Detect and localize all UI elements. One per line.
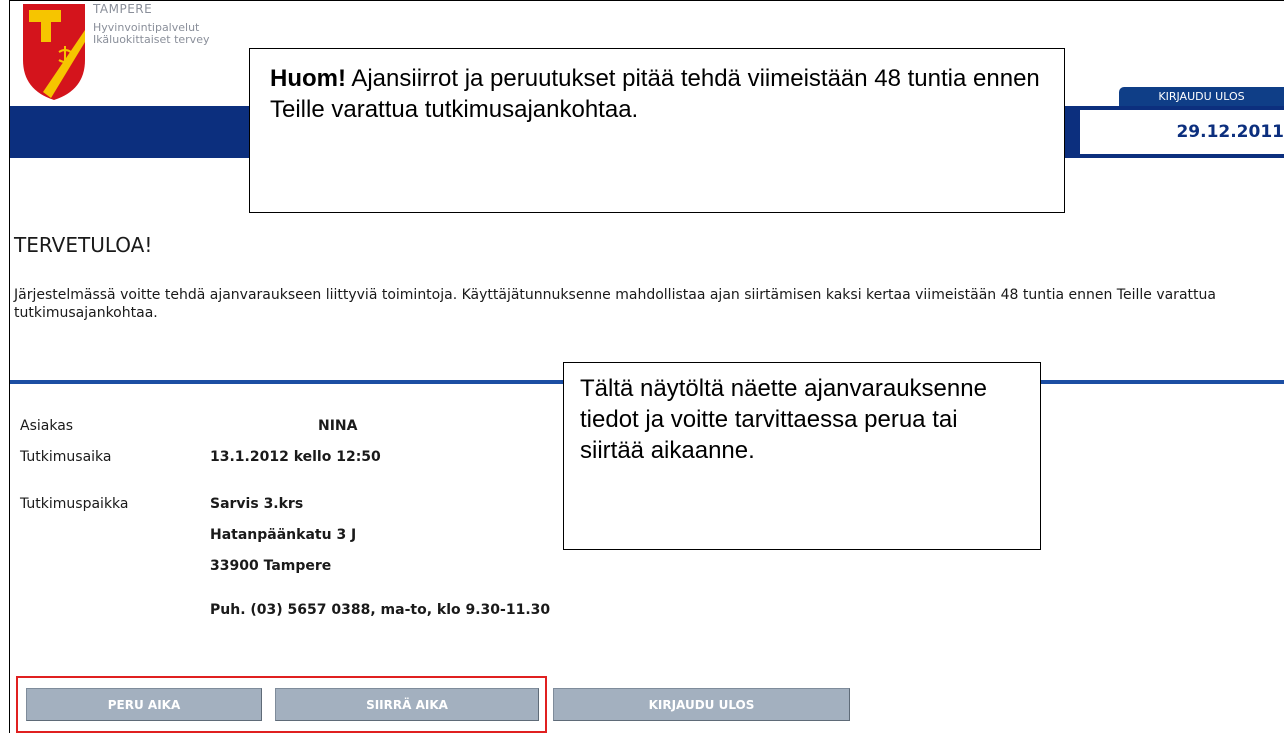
header-logout-tab[interactable]: KIRJAUDU ULOS [1119, 87, 1284, 106]
contact-phone: Puh. (03) 5657 0388, ma-to, klo 9.30-11.… [210, 602, 551, 618]
exam-place-line2: Hatanpäänkatu 3 J [210, 527, 357, 543]
move-appointment-button[interactable]: SIIRRÄ AIKA [275, 688, 539, 721]
org-name: TAMPERE [93, 2, 153, 16]
customer-value: NINA [318, 418, 358, 434]
notice-callout-bold: Huom! [270, 65, 346, 92]
page-title: TERVETULOA! [14, 233, 153, 257]
exam-time-value: 13.1.2012 kello 12:50 [210, 449, 381, 465]
exam-place-label: Tutkimuspaikka [20, 496, 129, 512]
info-callout: Tältä näytöltä näette ajanvarauksenne ti… [563, 362, 1041, 550]
logout-button[interactable]: KIRJAUDU ULOS [553, 688, 850, 721]
info-callout-text: Tältä näytöltä näette ajanvarauksenne ti… [580, 375, 987, 464]
page-frame-top [9, 0, 1284, 1]
header-date: 29.12.2011 [1080, 110, 1284, 154]
exam-place-line3: 33900 Tampere [210, 558, 332, 574]
tampere-coat-of-arms-logo [23, 4, 85, 100]
notice-callout: Huom! Ajansiirrot ja peruutukset pitää t… [249, 48, 1065, 213]
exam-time-label: Tutkimusaika [20, 449, 112, 465]
intro-text: Järjestelmässä voitte tehdä ajanvaraukse… [14, 287, 1216, 321]
cancel-appointment-button[interactable]: PERU AIKA [26, 688, 262, 721]
notice-callout-text: Ajansiirrot ja peruutukset pitää tehdä v… [270, 65, 1040, 123]
exam-place-line1: Sarvis 3.krs [210, 496, 304, 512]
customer-label: Asiakas [20, 418, 74, 434]
org-line-2: Ikäluokittaiset tervey [93, 33, 210, 46]
